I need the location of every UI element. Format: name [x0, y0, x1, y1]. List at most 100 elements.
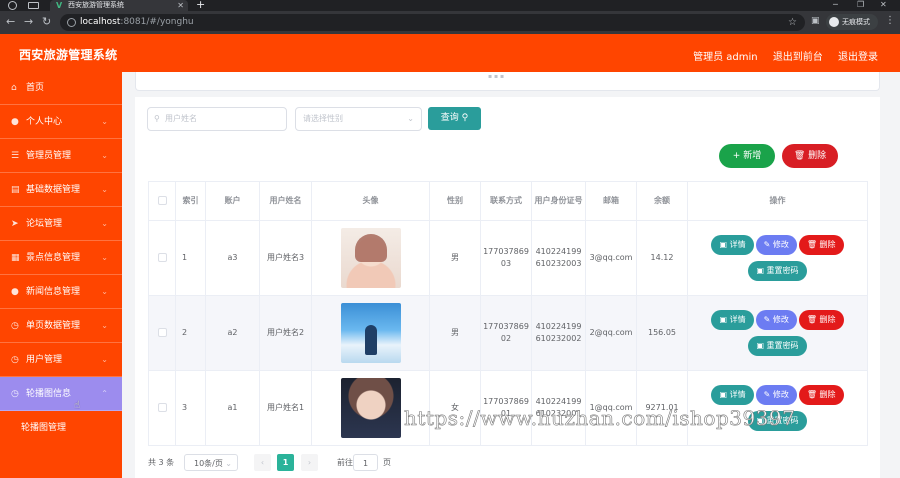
query-button[interactable]: 查询 ⚲ — [428, 107, 481, 130]
browser-menu-icon[interactable]: ⋮ — [885, 15, 895, 26]
reset-password-button[interactable]: ▣ 重置密码 — [748, 336, 807, 356]
avatar — [340, 303, 401, 363]
edit-button[interactable]: ✎ 修改 — [755, 385, 797, 405]
browser-tab[interactable]: V 西安旅游管理系统 ✕ — [50, 0, 188, 11]
site-info-icon[interactable] — [67, 18, 76, 27]
minimize-icon[interactable]: ─ — [833, 0, 838, 10]
sidebar-subitem-carousel-manage[interactable]: 轮播图管理 — [0, 411, 122, 445]
grid-icon: ▦ — [11, 253, 20, 263]
cell-name: 用户姓名1 — [259, 370, 312, 446]
select-all-checkbox[interactable] — [157, 196, 167, 205]
cell-email: 3@qq.com — [585, 220, 637, 296]
name-search-placeholder: 用户姓名 — [165, 114, 197, 123]
col-header: 账户 — [205, 181, 260, 221]
browser-profile-icon[interactable] — [8, 1, 17, 10]
url-host: localhost — [80, 17, 121, 27]
send-icon: ➤ — [11, 219, 19, 229]
col-header: 邮箱 — [585, 181, 637, 221]
sidebar-item-users[interactable]: ◷ 用户管理 ⌄ — [0, 343, 122, 377]
user-icon: ● — [11, 287, 19, 297]
reload-icon[interactable]: ↻ — [42, 16, 51, 28]
sidebar-item-carousel[interactable]: ◷ 轮播图信息 ⌃ — [0, 377, 122, 411]
cell-name: 用户姓名3 — [259, 220, 312, 296]
maximize-icon[interactable]: ❐ — [857, 0, 864, 10]
sidebar-item-label: 个人中心 — [26, 117, 63, 127]
edit-button[interactable]: ✎ 修改 — [755, 310, 797, 330]
sidebar-item-personal[interactable]: ● 个人中心 ⌄ — [0, 105, 122, 139]
cell-index: 2 — [175, 295, 206, 371]
browser-tabbar: V 西安旅游管理系统 ✕ + ─ ❐ ✕ — [0, 0, 900, 11]
back-icon[interactable]: ← — [6, 16, 15, 28]
incognito-indicator[interactable]: 无痕模式 — [826, 14, 878, 30]
row-checkbox[interactable] — [157, 403, 167, 412]
browser-toolbar: ← → ↻ localhost:8081/#/yonghu ☆ — [0, 11, 900, 34]
incognito-label: 无痕模式 — [842, 18, 870, 26]
chevron-down-icon: ⌄ — [101, 151, 108, 160]
bookmark-star-icon[interactable]: ☆ — [788, 14, 797, 31]
col-header: 索引 — [175, 181, 206, 221]
cell-balance: 156.05 — [636, 295, 688, 371]
current-page-button[interactable]: 1 — [277, 454, 294, 471]
url-path: :8081/#/yonghu — [120, 17, 194, 27]
sidebar-item-forum[interactable]: ➤ 论坛管理 ⌄ — [0, 207, 122, 241]
delete-button[interactable]: 🗑 删除 — [798, 310, 844, 330]
top-card: ▪ ▪ ▪ — [135, 72, 880, 91]
new-tab-icon[interactable]: + — [196, 0, 205, 10]
sidepanel-icon[interactable]: ▣ — [811, 16, 820, 26]
sidebar-item-scenic[interactable]: ▦ 景点信息管理 ⌄ — [0, 241, 122, 275]
cell-index: 1 — [175, 220, 206, 296]
page-size-select[interactable]: 10条/页 ⌄ — [184, 454, 238, 471]
app-title: 西安旅游管理系统 — [19, 48, 118, 62]
browser-tab-title: 西安旅游管理系统 — [68, 1, 124, 9]
edit-button[interactable]: ✎ 修改 — [755, 235, 797, 255]
add-button[interactable]: + 新增 — [719, 144, 775, 168]
list-icon: ☰ — [11, 151, 20, 161]
sidebar-item-admin[interactable]: ☰ 管理员管理 ⌄ — [0, 139, 122, 173]
batch-delete-button[interactable]: 🗑 删除 — [782, 144, 838, 168]
sidebar-item-label: 轮播图信息 — [26, 389, 72, 399]
sidebar-item-label: 新闻信息管理 — [26, 287, 81, 297]
chevron-down-icon: ⌄ — [101, 287, 108, 296]
select-all-cell[interactable] — [148, 181, 176, 221]
logout-link[interactable]: 退出登录 — [838, 52, 878, 63]
sidebar-item-label: 管理员管理 — [26, 151, 72, 161]
add-button-label: 新增 — [743, 151, 762, 161]
prev-page-button[interactable]: ‹ — [254, 454, 271, 471]
watermark: https://www.huzhan.com/ishop39397 — [404, 406, 796, 431]
chevron-down-icon: ⌄ — [101, 219, 108, 228]
cell-email: 2@qq.com — [585, 295, 637, 371]
query-button-label: 查询 — [440, 113, 459, 123]
sidebar-item-news[interactable]: ● 新闻信息管理 ⌄ — [0, 275, 122, 309]
row-checkbox[interactable] — [157, 328, 167, 337]
next-page-button[interactable]: › — [301, 454, 318, 471]
detail-button[interactable]: ▣ 详情 — [711, 310, 754, 330]
window-close-icon[interactable]: ✕ — [880, 0, 887, 10]
sidebar-item-label: 论坛管理 — [26, 219, 63, 229]
sidebar-item-home[interactable]: ⌂ 首页 — [0, 72, 122, 105]
tab-search-icon[interactable] — [28, 2, 39, 9]
row-checkbox[interactable] — [157, 253, 167, 262]
forward-icon[interactable]: → — [24, 16, 33, 28]
sidebar-item-single-page[interactable]: ◷ 单页数据管理 ⌄ — [0, 309, 122, 343]
goto-page-input[interactable]: 1 — [353, 454, 378, 471]
col-header: 头像 — [311, 181, 430, 221]
cell-account: a3 — [205, 220, 260, 296]
col-header: 性别 — [429, 181, 481, 221]
front-link[interactable]: 退出到前台 — [773, 52, 823, 63]
plus-icon: + — [732, 151, 741, 161]
gender-select-placeholder: 请选择性别 — [303, 114, 343, 123]
name-search-input[interactable]: ⚲ 用户姓名 — [147, 107, 287, 131]
close-icon[interactable]: ✕ — [177, 0, 184, 11]
detail-button[interactable]: ▣ 详情 — [711, 385, 754, 405]
address-bar[interactable]: localhost:8081/#/yonghu ☆ — [60, 14, 805, 31]
sidebar-item-label: 单页数据管理 — [26, 321, 81, 331]
reset-password-button[interactable]: ▣ 重置密码 — [748, 261, 807, 281]
delete-button[interactable]: 🗑 删除 — [798, 385, 844, 405]
top-card-fragment-icon: ▪ ▪ ▪ — [488, 73, 505, 80]
detail-button[interactable]: ▣ 详情 — [711, 235, 754, 255]
cell-actions: ▣ 详情 ✎ 修改 🗑 删除 ▣ 重置密码 — [687, 295, 868, 371]
sidebar-item-basic-data[interactable]: ▤ 基础数据管理 ⌄ — [0, 173, 122, 207]
delete-button[interactable]: 🗑 删除 — [798, 235, 844, 255]
gender-select[interactable]: 请选择性别 ⌄ — [295, 107, 422, 131]
cell-id-card: 410224199610232003 — [531, 220, 586, 296]
